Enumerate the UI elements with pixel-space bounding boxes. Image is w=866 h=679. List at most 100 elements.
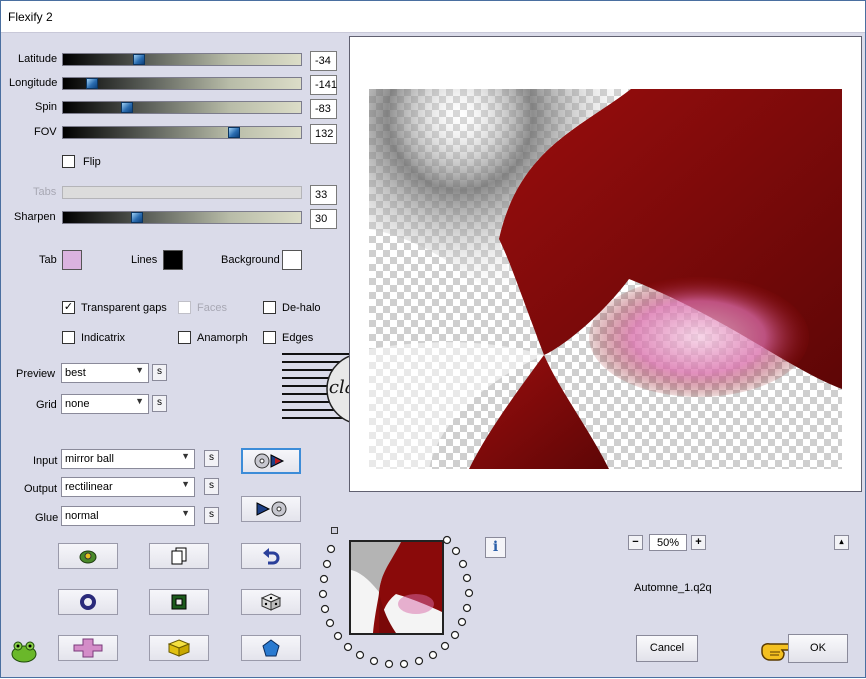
faces-label: Faces	[197, 302, 227, 314]
flip-checkbox[interactable]	[62, 155, 75, 168]
expand-button[interactable]: ▴	[834, 535, 849, 550]
grid-label: Grid	[36, 399, 57, 411]
dialog-body: Latitude -34 Longitude -141 Spin -83 FOV…	[1, 33, 865, 677]
sharpen-slider[interactable]	[62, 211, 302, 224]
zoom-level: 50%	[649, 534, 687, 551]
copy-button[interactable]	[149, 543, 209, 569]
longitude-slider-thumb[interactable]	[85, 78, 98, 89]
latitude-slider-thumb[interactable]	[133, 54, 146, 65]
input-projection-value: mirror ball	[65, 453, 114, 465]
frog-icon	[79, 550, 97, 564]
indicatrix-checkbox[interactable]	[62, 331, 75, 344]
spin-slider[interactable]	[62, 101, 302, 114]
flexify-dialog: Flexify 2 Latitude -34 Longitude -141 Sp…	[0, 0, 866, 678]
latitude-value[interactable]: -34	[310, 51, 337, 71]
zoom-in-button[interactable]: +	[691, 535, 706, 550]
tabs-value[interactable]: 33	[310, 185, 337, 205]
fov-label: FOV	[34, 126, 57, 138]
load-from-disk-button[interactable]	[241, 448, 301, 474]
fov-slider-thumb[interactable]	[228, 127, 241, 138]
block-button[interactable]	[149, 635, 209, 661]
preview-pane[interactable]	[349, 36, 862, 492]
window-title: Flexify 2	[8, 10, 53, 24]
cross-shape-icon	[73, 638, 103, 658]
glue-s-button[interactable]: s	[204, 507, 219, 524]
grid-select[interactable]: none ▼	[61, 394, 149, 414]
chevron-down-icon: ▼	[181, 508, 190, 518]
longitude-label: Longitude	[9, 77, 58, 89]
preview-quality-value: best	[65, 367, 86, 379]
tabs-slider	[62, 186, 302, 199]
chevron-down-icon: ▼	[135, 396, 144, 406]
spin-slider-thumb[interactable]	[121, 102, 134, 113]
ok-button[interactable]: OK	[788, 634, 848, 663]
tab-color-label: Tab	[39, 254, 57, 266]
sharpen-slider-thumb[interactable]	[130, 212, 143, 223]
spin-value[interactable]: -83	[310, 99, 337, 119]
pentagon-icon	[262, 639, 280, 657]
latitude-slider[interactable]	[62, 53, 302, 66]
preview-render	[369, 89, 842, 469]
glue-value: normal	[65, 510, 99, 522]
chevron-down-icon: ▼	[181, 451, 190, 461]
pentagon-button[interactable]	[241, 635, 301, 661]
chevron-down-icon: ▼	[135, 365, 144, 375]
fov-value[interactable]: 132	[310, 124, 337, 144]
ring-button[interactable]	[58, 589, 118, 615]
info-button[interactable]: i	[485, 537, 506, 558]
tabs-label: Tabs	[33, 186, 57, 198]
tab-color-swatch[interactable]	[62, 250, 82, 270]
anamorph-label: Anamorph	[197, 332, 248, 344]
input-label: Input	[33, 455, 58, 467]
indicatrix-label: Indicatrix	[81, 332, 126, 344]
glue-label: Glue	[35, 512, 59, 524]
undo-button[interactable]	[241, 543, 301, 569]
edges-checkbox[interactable]	[263, 331, 276, 344]
longitude-value[interactable]: -141	[310, 75, 337, 95]
arrow-to-disk-icon	[256, 501, 287, 517]
output-s-button[interactable]: s	[204, 478, 219, 495]
title-bar: Flexify 2	[1, 1, 865, 33]
flip-label: Flip	[83, 156, 101, 168]
cancel-button[interactable]: Cancel	[636, 635, 698, 662]
frog-logo-icon[interactable]	[10, 639, 38, 666]
transparent-gaps-checkbox[interactable]: ✓	[62, 301, 75, 314]
randomize-button[interactable]	[58, 543, 118, 569]
faces-checkbox	[178, 301, 191, 314]
preview-label: Preview	[16, 368, 56, 380]
sharpen-value[interactable]: 30	[310, 209, 337, 229]
lines-color-label: Lines	[131, 254, 158, 266]
cross-button[interactable]	[58, 635, 118, 661]
save-to-disk-button[interactable]	[241, 496, 301, 522]
ring-icon	[80, 594, 96, 610]
navigator-dial	[319, 535, 474, 669]
output-projection-select[interactable]: rectilinear ▼	[61, 477, 195, 497]
copy-pages-icon	[171, 547, 187, 565]
glue-select[interactable]: normal ▼	[61, 506, 195, 526]
input-projection-select[interactable]: mirror ball ▼	[61, 449, 195, 469]
random-dice-button[interactable]	[241, 589, 301, 615]
preview-quality-select[interactable]: best ▼	[61, 363, 149, 383]
spin-label: Spin	[35, 101, 58, 113]
input-s-button[interactable]: s	[204, 450, 219, 467]
preset-filename: Automne_1.q2q	[634, 582, 712, 594]
preview-s-button[interactable]: s	[152, 364, 167, 381]
zoom-out-button[interactable]: −	[628, 535, 643, 550]
fov-slider[interactable]	[62, 126, 302, 139]
frame-button[interactable]	[149, 589, 209, 615]
yellow-block-icon	[168, 639, 190, 657]
de-halo-checkbox[interactable]	[263, 301, 276, 314]
transparent-gaps-label: Transparent gaps	[81, 302, 167, 314]
de-halo-label: De-halo	[282, 302, 321, 314]
frame-icon	[171, 594, 187, 610]
lines-color-swatch[interactable]	[163, 250, 183, 270]
longitude-slider[interactable]	[62, 77, 302, 90]
background-color-swatch[interactable]	[282, 250, 302, 270]
frog-logo-graphic	[11, 641, 37, 663]
grid-value: none	[65, 398, 90, 410]
anamorph-checkbox[interactable]	[178, 331, 191, 344]
grid-s-button[interactable]: s	[152, 395, 167, 412]
chevron-down-icon: ▼	[181, 479, 190, 489]
background-color-label: Background	[221, 254, 280, 266]
undo-arrow-icon	[263, 548, 280, 565]
